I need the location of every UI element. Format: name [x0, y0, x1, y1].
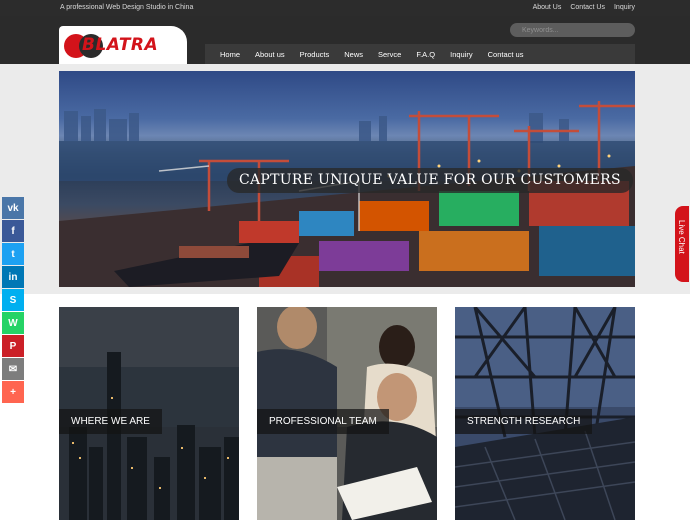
nav-about-us[interactable]: About us — [255, 50, 285, 59]
logo[interactable]: BLATRA — [59, 26, 187, 68]
nav-inquiry[interactable]: Inquiry — [450, 50, 473, 59]
nav-products[interactable]: Products — [300, 50, 330, 59]
top-link-contact-us[interactable]: Contact Us — [570, 4, 605, 11]
top-link-inquiry[interactable]: Inquiry — [614, 4, 635, 11]
top-links: About Us Contact Us Inquiry — [533, 4, 635, 11]
card-label: PROFESSIONAL TEAM — [257, 409, 389, 434]
whatsapp-icon[interactable]: W — [2, 312, 24, 334]
social-share-bar: vk f t in S W P ✉ + — [2, 197, 24, 404]
site-header: BLATRA Home About us Products News Servc… — [0, 16, 690, 68]
hero-banner[interactable]: CAPTURE UNIQUE VALUE FOR OUR CUSTOMERS — [59, 71, 635, 287]
hero-caption: CAPTURE UNIQUE VALUE FOR OUR CUSTOMERS — [227, 168, 633, 193]
card-label: STRENGTH RESEARCH — [455, 409, 593, 434]
twitter-icon[interactable]: t — [2, 243, 24, 265]
nav-home[interactable]: Home — [220, 50, 240, 59]
main-nav: Home About us Products News Servce F.A.Q… — [205, 44, 635, 64]
top-bar: A professional Web Design Studio in Chin… — [0, 0, 690, 16]
top-link-about-us[interactable]: About Us — [533, 4, 562, 11]
facebook-icon[interactable]: f — [2, 220, 24, 242]
nav-service[interactable]: Servce — [378, 50, 401, 59]
card-professional-team[interactable]: PROFESSIONAL TEAM — [257, 307, 437, 520]
nav-faq[interactable]: F.A.Q — [416, 50, 435, 59]
card-label: WHERE WE ARE — [59, 409, 162, 434]
logo-text: BLATRA — [82, 35, 159, 55]
nav-news[interactable]: News — [344, 50, 363, 59]
email-icon[interactable]: ✉ — [2, 358, 24, 380]
pinterest-icon[interactable]: P — [2, 335, 24, 357]
card-strength-research[interactable]: STRENGTH RESEARCH — [455, 307, 635, 520]
nav-contact-us[interactable]: Contact us — [488, 50, 524, 59]
live-chat-label: Live Chat — [677, 220, 686, 254]
linkedin-icon[interactable]: in — [2, 266, 24, 288]
plus-icon[interactable]: + — [2, 381, 24, 403]
skype-icon[interactable]: S — [2, 289, 24, 311]
vk-icon[interactable]: vk — [2, 197, 24, 219]
live-chat-button[interactable]: Live Chat — [675, 206, 689, 282]
search-input[interactable] — [510, 23, 635, 37]
tagline: A professional Web Design Studio in Chin… — [60, 4, 194, 11]
card-where-we-are[interactable]: WHERE WE ARE — [59, 307, 239, 520]
